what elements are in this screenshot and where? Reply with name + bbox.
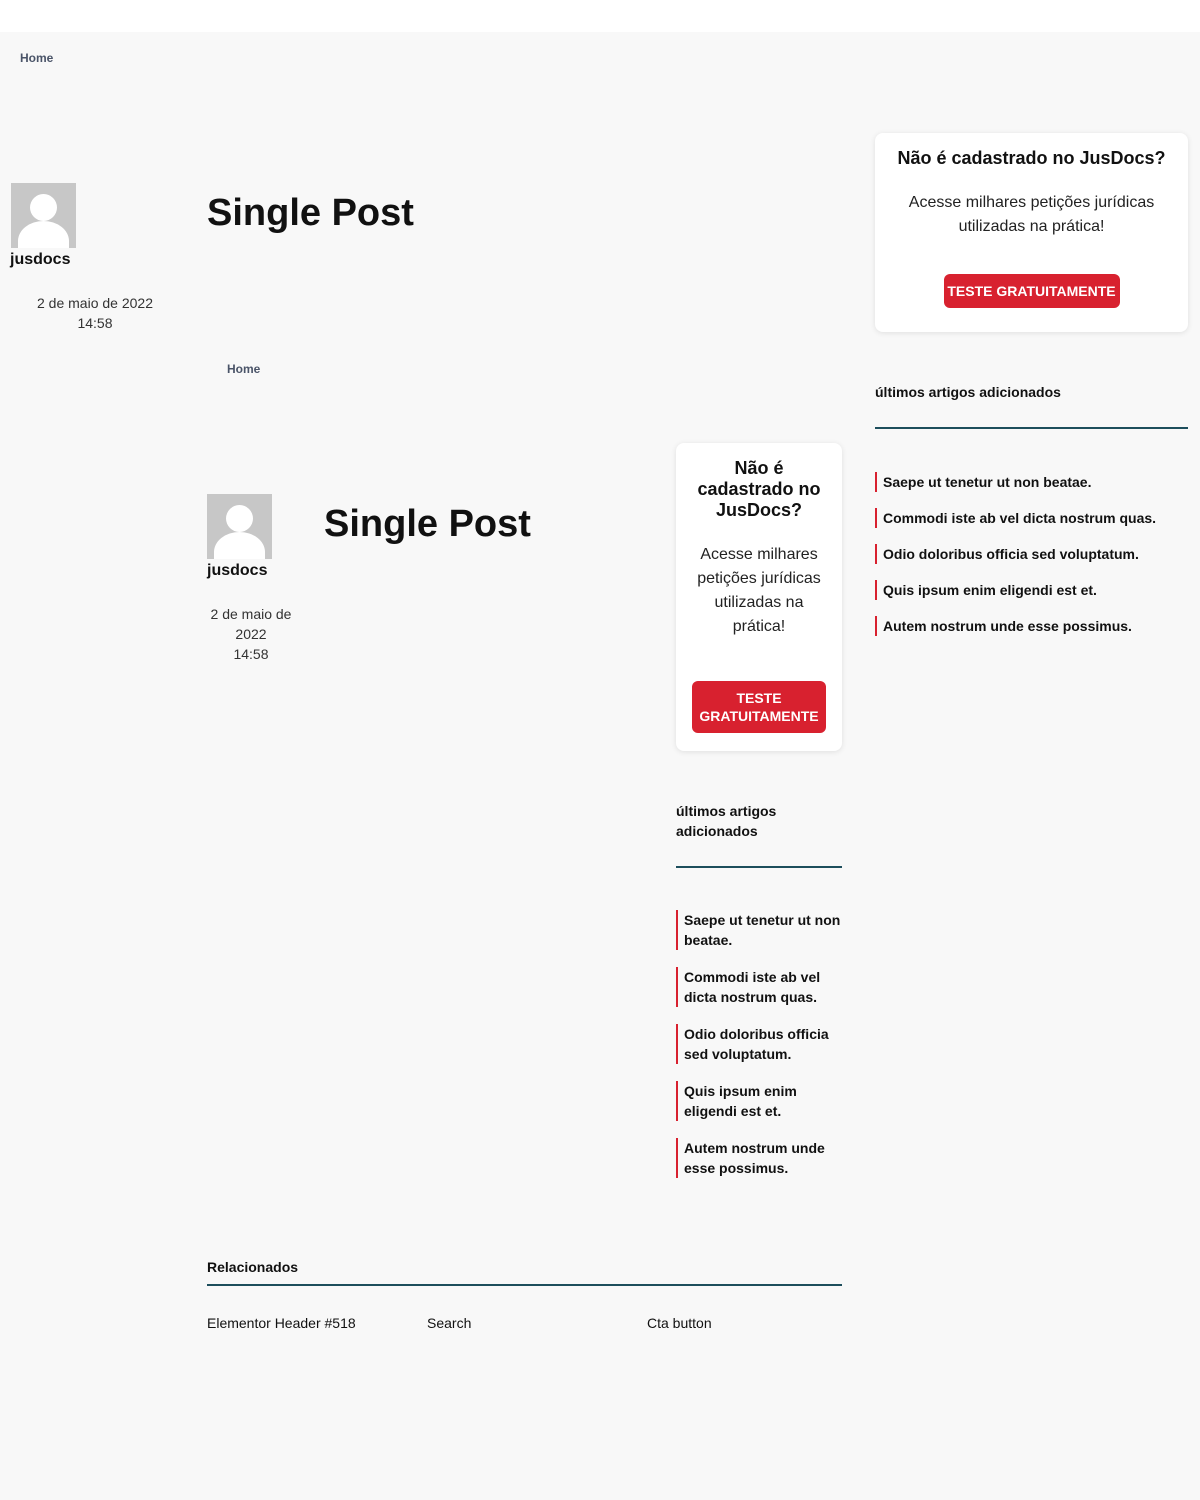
related-divider	[207, 1284, 842, 1286]
nested-recent-articles-title: últimos artigos adicionados	[676, 803, 777, 839]
breadcrumb-home-link[interactable]: Home	[20, 51, 53, 65]
nested-post-date-time: 14:58	[233, 646, 269, 662]
nested-cta-text: Acesse milhares petições jurídicas utili…	[697, 546, 821, 635]
nested-cta-title: Não é cadastrado no JusDocs?	[697, 458, 821, 520]
post-date-time: 14:58	[77, 315, 113, 331]
list-item: Odio doloribus officia sed voluptatum.	[676, 1024, 842, 1064]
recent-articles-list: Saepe ut tenetur ut non beatae. Commodi …	[875, 472, 1188, 636]
nested-recent-articles-divider	[676, 866, 842, 868]
nested-recent-articles-list: Saepe ut tenetur ut non beatae. Commodi …	[676, 910, 842, 1178]
recent-article-link[interactable]: Odio doloribus officia sed voluptatum.	[684, 1026, 829, 1062]
nested-page-title: Single Post	[324, 503, 531, 545]
page-title: Single Post	[207, 192, 414, 234]
nested-author-name: jusdocs	[207, 562, 268, 579]
list-item: Autem nostrum unde esse possimus.	[676, 1138, 842, 1178]
cta-title: Não é cadastrado no JusDocs?	[897, 148, 1166, 168]
author-avatar	[11, 183, 76, 248]
author-name: jusdocs	[10, 251, 71, 268]
recent-article-link[interactable]: Saepe ut tenetur ut non beatae.	[684, 912, 840, 948]
list-item: Saepe ut tenetur ut non beatae.	[676, 910, 842, 950]
list-item: Quis ipsum enim eligendi est et.	[875, 580, 1188, 600]
cta-button[interactable]: TESTE GRATUITAMENTE	[943, 274, 1120, 308]
nested-breadcrumb-home-link[interactable]: Home	[227, 362, 260, 376]
recent-articles-title: últimos artigos adicionados	[875, 384, 1061, 400]
nested-cta-card: Não é cadastrado no JusDocs? Acesse milh…	[676, 443, 842, 751]
recent-article-link[interactable]: Odio doloribus officia sed voluptatum.	[883, 546, 1139, 562]
recent-article-link[interactable]: Autem nostrum unde esse possimus.	[684, 1140, 825, 1176]
recent-article-link[interactable]: Commodi iste ab vel dicta nostrum quas.	[684, 969, 820, 1005]
list-item: Quis ipsum enim eligendi est et.	[676, 1081, 842, 1121]
cta-text: Acesse milhares petições jurídicas utili…	[908, 194, 1155, 235]
post-date: 2 de maio de 2022 14:58	[20, 293, 170, 333]
list-item: Odio doloribus officia sed voluptatum.	[875, 544, 1188, 564]
nested-cta-button[interactable]: TESTE GRATUITAMENTE	[692, 681, 826, 733]
list-item: Commodi iste ab vel dicta nostrum quas.	[676, 967, 842, 1007]
related-link-search[interactable]: Search	[427, 1315, 471, 1331]
nested-post-date-day: 2 de maio de 2022	[210, 606, 292, 642]
page: Home jusdocs 2 de maio de 2022 14:58 Sin…	[0, 32, 1200, 1500]
recent-article-link[interactable]: Saepe ut tenetur ut non beatae.	[883, 474, 1091, 490]
list-item: Autem nostrum unde esse possimus.	[875, 616, 1188, 636]
related-link-cta-button[interactable]: Cta button	[647, 1315, 712, 1331]
recent-article-link[interactable]: Quis ipsum enim eligendi est et.	[883, 582, 1097, 598]
recent-articles-divider	[875, 427, 1188, 429]
recent-article-link[interactable]: Commodi iste ab vel dicta nostrum quas.	[883, 510, 1156, 526]
list-item: Saepe ut tenetur ut non beatae.	[875, 472, 1188, 492]
related-link-elementor-header[interactable]: Elementor Header #518	[207, 1315, 356, 1331]
recent-article-link[interactable]: Autem nostrum unde esse possimus.	[883, 618, 1132, 634]
related-title: Relacionados	[207, 1259, 299, 1275]
post-date-day: 2 de maio de 2022	[37, 295, 153, 311]
list-item: Commodi iste ab vel dicta nostrum quas.	[875, 508, 1188, 528]
nested-author-avatar	[207, 494, 272, 559]
nested-post-date: 2 de maio de 2022 14:58	[207, 604, 295, 664]
recent-article-link[interactable]: Quis ipsum enim eligendi est et.	[684, 1083, 797, 1119]
cta-card: Não é cadastrado no JusDocs? Acesse milh…	[875, 133, 1188, 332]
